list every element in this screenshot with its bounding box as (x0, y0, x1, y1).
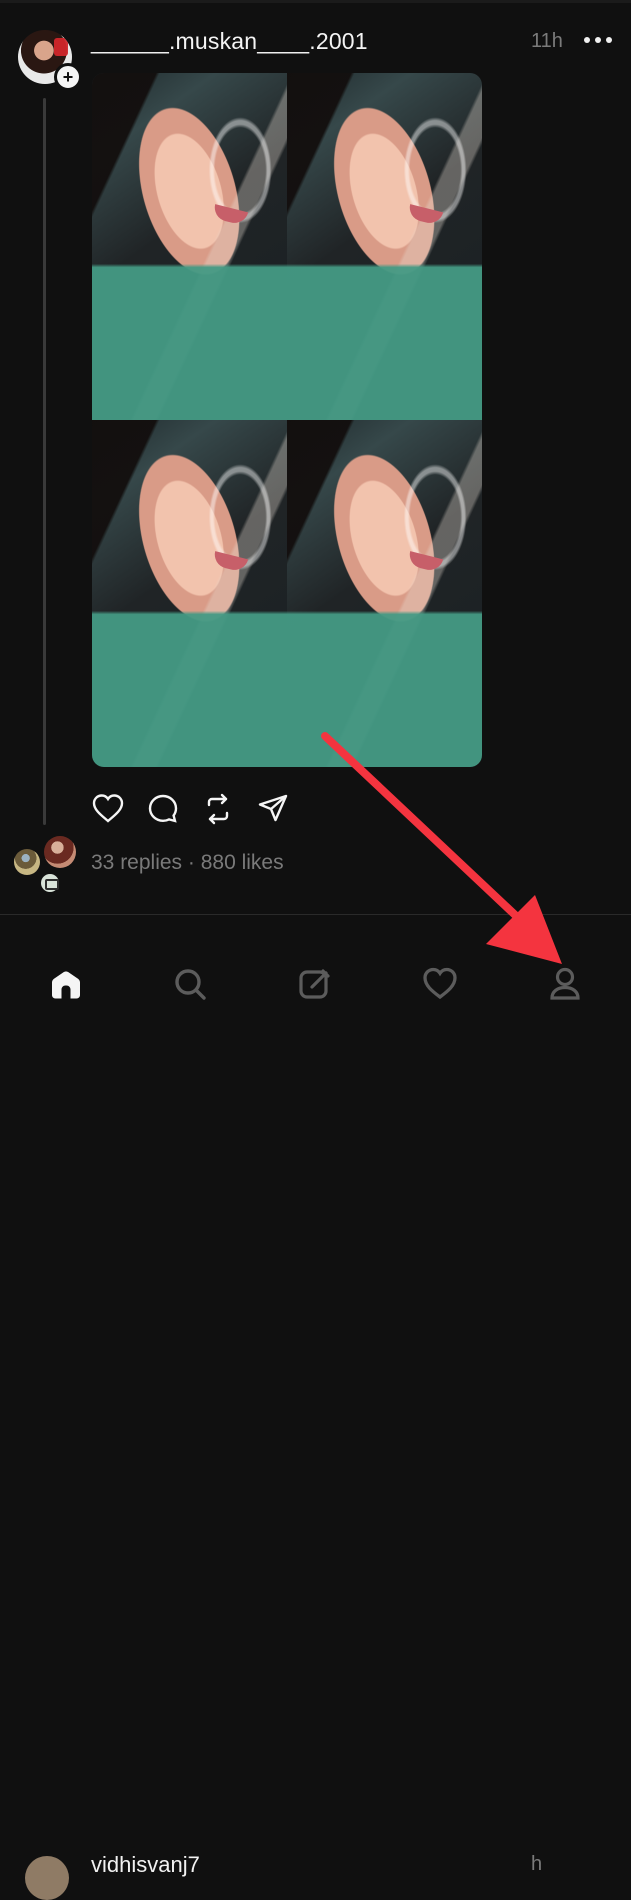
repost-icon[interactable] (201, 792, 235, 826)
photo-tile (287, 420, 482, 767)
more-options-button[interactable] (584, 28, 612, 52)
post-timestamp: 11h (531, 30, 563, 52)
send-icon[interactable] (256, 792, 290, 826)
bottom-tab-bar (0, 946, 631, 1024)
post-username[interactable]: ______.muskan____.2001 (91, 28, 368, 55)
post-actions (91, 792, 291, 826)
photo-tile (92, 73, 287, 420)
heart-icon[interactable] (91, 792, 125, 826)
thread-line (43, 98, 46, 825)
avatar (14, 849, 40, 875)
search-icon[interactable] (170, 964, 210, 1004)
avatar (44, 836, 76, 868)
next-post-username[interactable]: vidhisvanj7 (91, 1852, 200, 1878)
more-dot (584, 37, 590, 43)
follow-plus-icon[interactable]: + (54, 63, 82, 91)
more-dot (595, 37, 601, 43)
comment-icon[interactable] (146, 792, 180, 826)
home-icon[interactable] (46, 964, 86, 1004)
photo-tile (287, 73, 482, 420)
photo-tile (92, 420, 287, 767)
compose-icon[interactable] (295, 964, 335, 1004)
heart-icon[interactable] (420, 964, 460, 1004)
avatar (39, 872, 61, 894)
photo-lips (406, 204, 444, 227)
thread-post: + ______.muskan____.2001 11h 33 replies … (0, 0, 631, 914)
more-dot (606, 37, 612, 43)
photo-lips (406, 551, 444, 574)
photo-lips (211, 551, 249, 574)
replier-avatars[interactable] (14, 836, 78, 894)
photo-lips (211, 204, 249, 227)
post-stats[interactable]: 33 replies · 880 likes (91, 851, 284, 875)
profile-icon[interactable] (545, 964, 585, 1004)
next-post-timestamp: h (531, 1853, 543, 1875)
author-avatar-group[interactable]: + (18, 30, 82, 91)
avatar[interactable] (25, 1856, 69, 1900)
post-photo-grid[interactable] (92, 73, 482, 767)
